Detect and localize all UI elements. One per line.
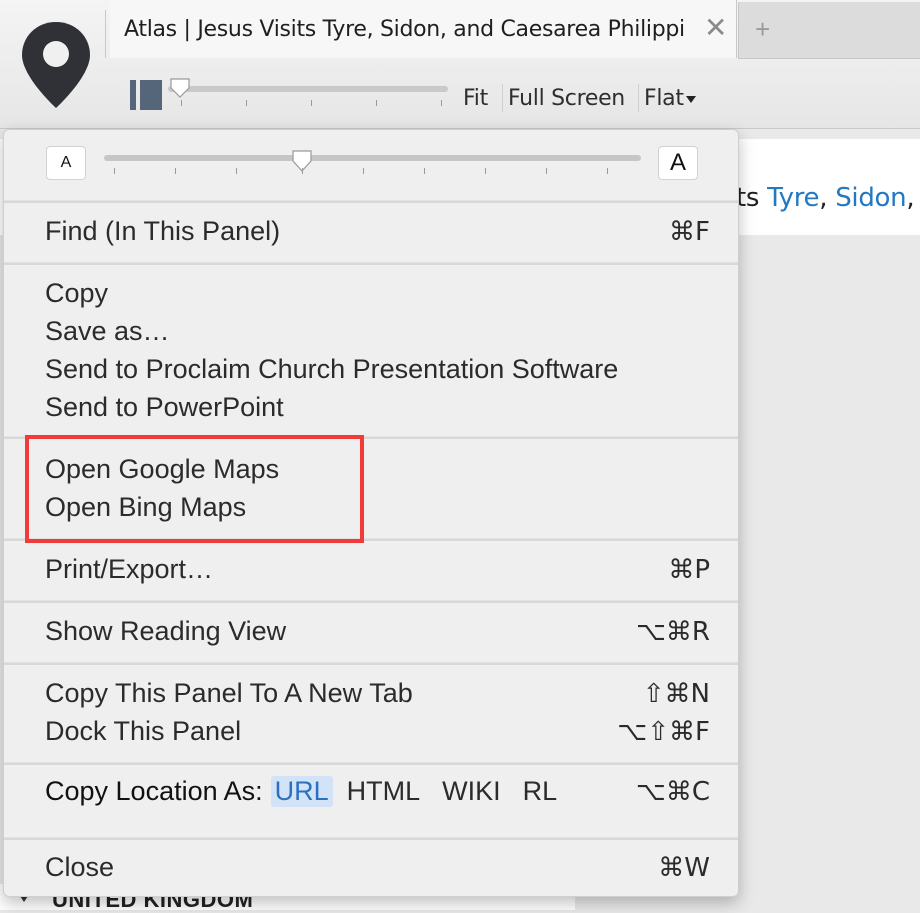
divider — [638, 84, 639, 112]
panel-menu-button[interactable] — [14, 20, 108, 138]
shortcut-reading: ⌥⌘R — [635, 617, 710, 647]
map-pin-icon — [22, 22, 90, 108]
close-icon[interactable]: ✕ — [704, 14, 727, 42]
article-text: ts Tyre, Sidon, — [736, 183, 915, 213]
font-size-row: A A — [4, 130, 738, 200]
tab-atlas[interactable]: Atlas | Jesus Visits Tyre, Sidon, and Ca… — [110, 0, 737, 58]
menu-item-copy[interactable]: Copy — [45, 278, 108, 309]
decrease-font-button[interactable]: A — [46, 146, 86, 180]
format-wiki-option[interactable]: WIKI — [442, 776, 501, 807]
menu-item-send-powerpoint[interactable]: Send to PowerPoint — [45, 392, 284, 423]
top-bar: Atlas | Jesus Visits Tyre, Sidon, and Ca… — [0, 0, 920, 138]
format-html-option[interactable]: HTML — [347, 776, 421, 807]
plus-icon: + — [755, 14, 771, 44]
menu-separator — [4, 200, 738, 203]
copy-location-label: Copy Location As: — [45, 776, 263, 806]
menu-item-show-reading-view[interactable]: Show Reading View — [45, 616, 286, 647]
view-mode-label: Flat — [644, 86, 684, 111]
menu-item-save-as[interactable]: Save as… — [45, 316, 170, 347]
shortcut-close: ⌘W — [658, 853, 710, 883]
fit-button[interactable]: Fit — [463, 86, 488, 111]
shortcut-dock: ⌥⇧⌘F — [617, 717, 710, 747]
link-tyre[interactable]: Tyre — [767, 183, 819, 213]
menu-item-print-export[interactable]: Print/Export… — [45, 554, 213, 585]
panel-toggle-icon[interactable] — [130, 80, 162, 110]
new-tab-button[interactable]: + — [738, 2, 920, 59]
article-text-prefix: ts — [736, 183, 768, 213]
menu-item-close[interactable]: Close — [45, 852, 114, 883]
zoom-slider[interactable] — [168, 86, 448, 92]
divider — [105, 10, 106, 58]
separator-text: , — [819, 183, 836, 213]
menu-item-send-proclaim[interactable]: Send to Proclaim Church Presentation Sof… — [45, 354, 618, 385]
panel-menu: A A Find (In This Panel) ⌘F Copy Save as… — [3, 129, 739, 897]
shortcut-print: ⌘P — [668, 555, 710, 585]
highlight-box — [25, 435, 364, 543]
copy-location-row: Copy Location As: URL HTML WIKI RL — [45, 776, 557, 807]
chevron-down-icon — [685, 95, 696, 103]
menu-item-dock-panel[interactable]: Dock This Panel — [45, 716, 241, 747]
toolbar: Fit Full Screen Flat — [110, 64, 910, 124]
slider-thumb-icon[interactable] — [170, 78, 190, 98]
menu-separator — [4, 262, 738, 265]
shortcut-copy-panel: ⇧⌘N — [642, 679, 710, 709]
divider — [502, 84, 503, 112]
menu-item-copy-panel-new-tab[interactable]: Copy This Panel To A New Tab — [45, 678, 413, 709]
view-mode-dropdown[interactable]: Flat — [644, 86, 696, 111]
separator-text: , — [906, 183, 915, 213]
tab-title: Atlas | Jesus Visits Tyre, Sidon, and Ca… — [124, 17, 685, 42]
shortcut-copy-location: ⌥⌘C — [635, 777, 710, 807]
menu-separator — [4, 600, 738, 603]
link-sidon[interactable]: Sidon — [835, 183, 906, 213]
format-rl-option[interactable]: RL — [523, 776, 558, 807]
menu-separator — [4, 762, 738, 765]
menu-separator — [4, 662, 738, 665]
shortcut-find: ⌘F — [669, 217, 710, 247]
increase-font-button[interactable]: A — [658, 146, 698, 180]
menu-separator — [4, 837, 738, 840]
format-url-option[interactable]: URL — [270, 776, 333, 807]
font-size-slider[interactable] — [104, 155, 641, 161]
menu-item-find[interactable]: Find (In This Panel) — [45, 216, 280, 247]
full-screen-button[interactable]: Full Screen — [508, 86, 625, 111]
